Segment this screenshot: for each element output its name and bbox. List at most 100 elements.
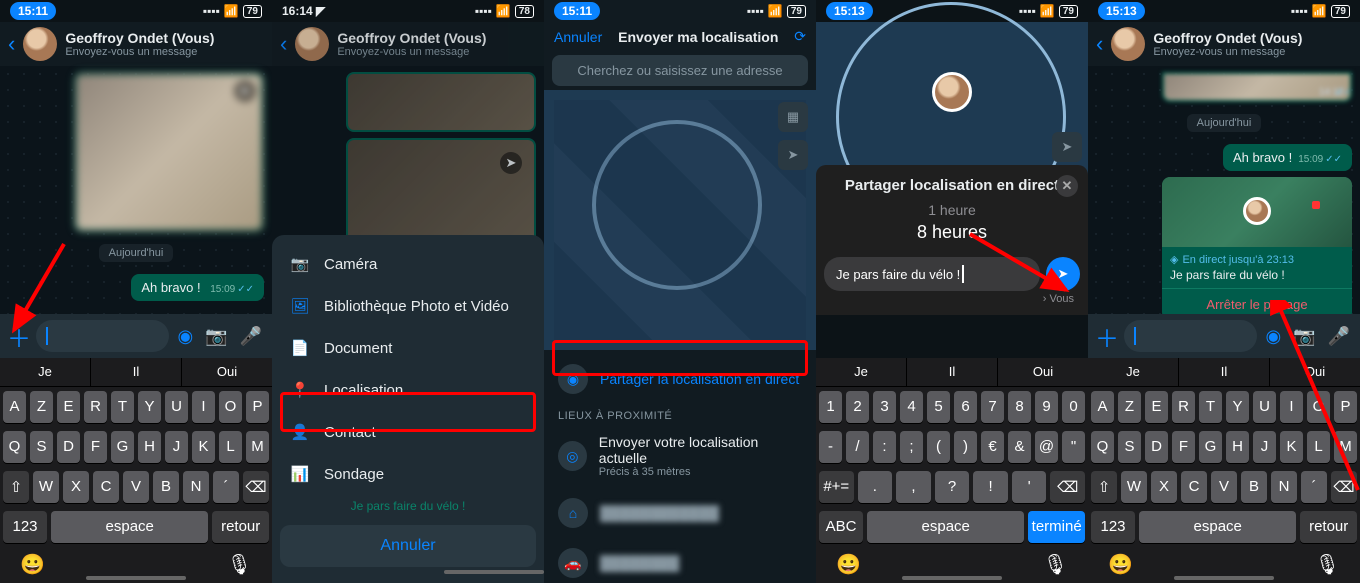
emoji-icon[interactable]: 😀 — [20, 552, 45, 577]
message-input[interactable] — [36, 320, 169, 352]
forward-icon[interactable]: ➤ — [234, 80, 256, 102]
share-live-location[interactable]: ◉ Partager la localisation en direct — [544, 354, 816, 404]
live-location-bubble[interactable]: ◈En direct jusqu'à 23:13 Je pars faire d… — [1162, 177, 1352, 320]
suggest-1[interactable]: Je — [816, 358, 907, 386]
key-E[interactable]: E — [1145, 391, 1168, 423]
key-V[interactable]: V — [123, 471, 149, 503]
key-&[interactable]: & — [1008, 431, 1031, 463]
key-)[interactable]: ) — [954, 431, 977, 463]
key-.[interactable]: . — [858, 471, 893, 503]
suggest-1[interactable]: Je — [1088, 358, 1179, 386]
home-indicator[interactable] — [902, 576, 1002, 580]
suggest-2[interactable]: Il — [907, 358, 998, 386]
menu-poll[interactable]: 📊Sondage — [272, 453, 544, 495]
suggest-3[interactable]: Oui — [1270, 358, 1360, 386]
home-indicator[interactable] — [1174, 576, 1274, 580]
key-O[interactable]: O — [1307, 391, 1330, 423]
key-1[interactable]: 1 — [819, 391, 842, 423]
key-'[interactable]: ' — [1012, 471, 1047, 503]
sticker-icon[interactable]: ◉ — [1261, 326, 1285, 347]
key-J[interactable]: J — [165, 431, 188, 463]
key-3[interactable]: 3 — [873, 391, 896, 423]
chat-header[interactable]: ‹ Geoffroy Ondet (Vous) Envoyez-vous un … — [0, 22, 272, 66]
key-W[interactable]: W — [33, 471, 59, 503]
key-#+=[interactable]: #+= — [819, 471, 854, 503]
cancel-button[interactable]: Annuler — [554, 29, 602, 45]
key-5[interactable]: 5 — [927, 391, 950, 423]
key-G[interactable]: G — [111, 431, 134, 463]
back-icon[interactable]: ‹ — [8, 31, 15, 57]
dictation-icon[interactable]: 🎙 — [1043, 552, 1068, 577]
key-X[interactable]: X — [1151, 471, 1177, 503]
key-R[interactable]: R — [1172, 391, 1195, 423]
key-´[interactable]: ´ — [213, 471, 239, 503]
key-@[interactable]: @ — [1035, 431, 1058, 463]
key-L[interactable]: L — [1307, 431, 1330, 463]
key-I[interactable]: I — [192, 391, 215, 423]
key-V[interactable]: V — [1211, 471, 1237, 503]
emoji-icon[interactable]: 😀 — [836, 552, 861, 577]
suggest-1[interactable]: Je — [0, 358, 91, 386]
nearby-place[interactable]: ⌂████████████ — [544, 488, 816, 538]
duration-option-1h[interactable]: 1 heure — [816, 200, 1088, 220]
key-D[interactable]: D — [1145, 431, 1168, 463]
key-U[interactable]: U — [1253, 391, 1276, 423]
key-B[interactable]: B — [153, 471, 179, 503]
attach-plus-icon[interactable]: ＋ — [6, 319, 32, 354]
key-Y[interactable]: Y — [138, 391, 161, 423]
key-F[interactable]: F — [84, 431, 107, 463]
send-current-location[interactable]: ◎ Envoyer votre localisation actuellePré… — [544, 424, 816, 488]
nearby-place[interactable]: 🚗████████ — [544, 538, 816, 583]
key-Q[interactable]: Q — [1091, 431, 1114, 463]
key-7[interactable]: 7 — [981, 391, 1004, 423]
key-A[interactable]: A — [1091, 391, 1114, 423]
key-K[interactable]: K — [1280, 431, 1303, 463]
key-S[interactable]: S — [1118, 431, 1141, 463]
key-123[interactable]: 123 — [3, 511, 47, 543]
menu-location[interactable]: 📍Localisation — [272, 369, 544, 411]
key-L[interactable]: L — [219, 431, 242, 463]
key-⇧[interactable]: ⇧ — [1091, 471, 1117, 503]
key-T[interactable]: T — [1199, 391, 1222, 423]
key-?[interactable]: ? — [935, 471, 970, 503]
key-⌫[interactable]: ⌫ — [1050, 471, 1085, 503]
keyboard-numeric[interactable]: Je Il Oui 1234567890 -/:;()€&@" #+=.,?!'… — [816, 358, 1088, 583]
menu-camera[interactable]: 📷Caméra — [272, 243, 544, 285]
keyboard[interactable]: Je Il Oui AZERTYUIOP QSDFGHJKLM ⇧WXCVBN´… — [1088, 358, 1360, 583]
key-8[interactable]: 8 — [1008, 391, 1031, 423]
key--[interactable]: - — [819, 431, 842, 463]
key-O[interactable]: O — [219, 391, 242, 423]
key-A[interactable]: A — [3, 391, 26, 423]
key-return[interactable]: retour — [212, 511, 269, 543]
key-9[interactable]: 9 — [1035, 391, 1058, 423]
key-,[interactable]: , — [896, 471, 931, 503]
key-Y[interactable]: Y — [1226, 391, 1249, 423]
sticker-icon[interactable]: ◉ — [173, 326, 197, 347]
cancel-button[interactable]: Annuler — [280, 525, 536, 567]
key-abc[interactable]: ABC — [819, 511, 863, 543]
key-D[interactable]: D — [57, 431, 80, 463]
key-R[interactable]: R — [84, 391, 107, 423]
image-message[interactable]: ➤ — [74, 72, 264, 232]
mic-icon[interactable]: 🎤 — [1324, 326, 1354, 347]
key-K[interactable]: K — [192, 431, 215, 463]
key-⌫[interactable]: ⌫ — [243, 471, 269, 503]
key-N[interactable]: N — [1271, 471, 1297, 503]
menu-photo-library[interactable]: 🖼Bibliothèque Photo et Vidéo — [272, 285, 544, 327]
key-Z[interactable]: Z — [1118, 391, 1141, 423]
key-Z[interactable]: Z — [30, 391, 53, 423]
key-W[interactable]: W — [1121, 471, 1147, 503]
message-input[interactable] — [1124, 320, 1257, 352]
key-2[interactable]: 2 — [846, 391, 869, 423]
key-C[interactable]: C — [93, 471, 119, 503]
duration-option-8h[interactable]: 8 heures — [816, 220, 1088, 245]
key-´[interactable]: ´ — [1301, 471, 1327, 503]
key-M[interactable]: M — [246, 431, 269, 463]
avatar[interactable] — [1111, 27, 1145, 61]
key-;[interactable]: ; — [900, 431, 923, 463]
suggest-3[interactable]: Oui — [182, 358, 272, 386]
key-123[interactable]: 123 — [1091, 511, 1135, 543]
home-indicator[interactable] — [444, 570, 544, 574]
attach-plus-icon[interactable]: ＋ — [1094, 319, 1120, 354]
key-space[interactable]: espace — [867, 511, 1024, 543]
